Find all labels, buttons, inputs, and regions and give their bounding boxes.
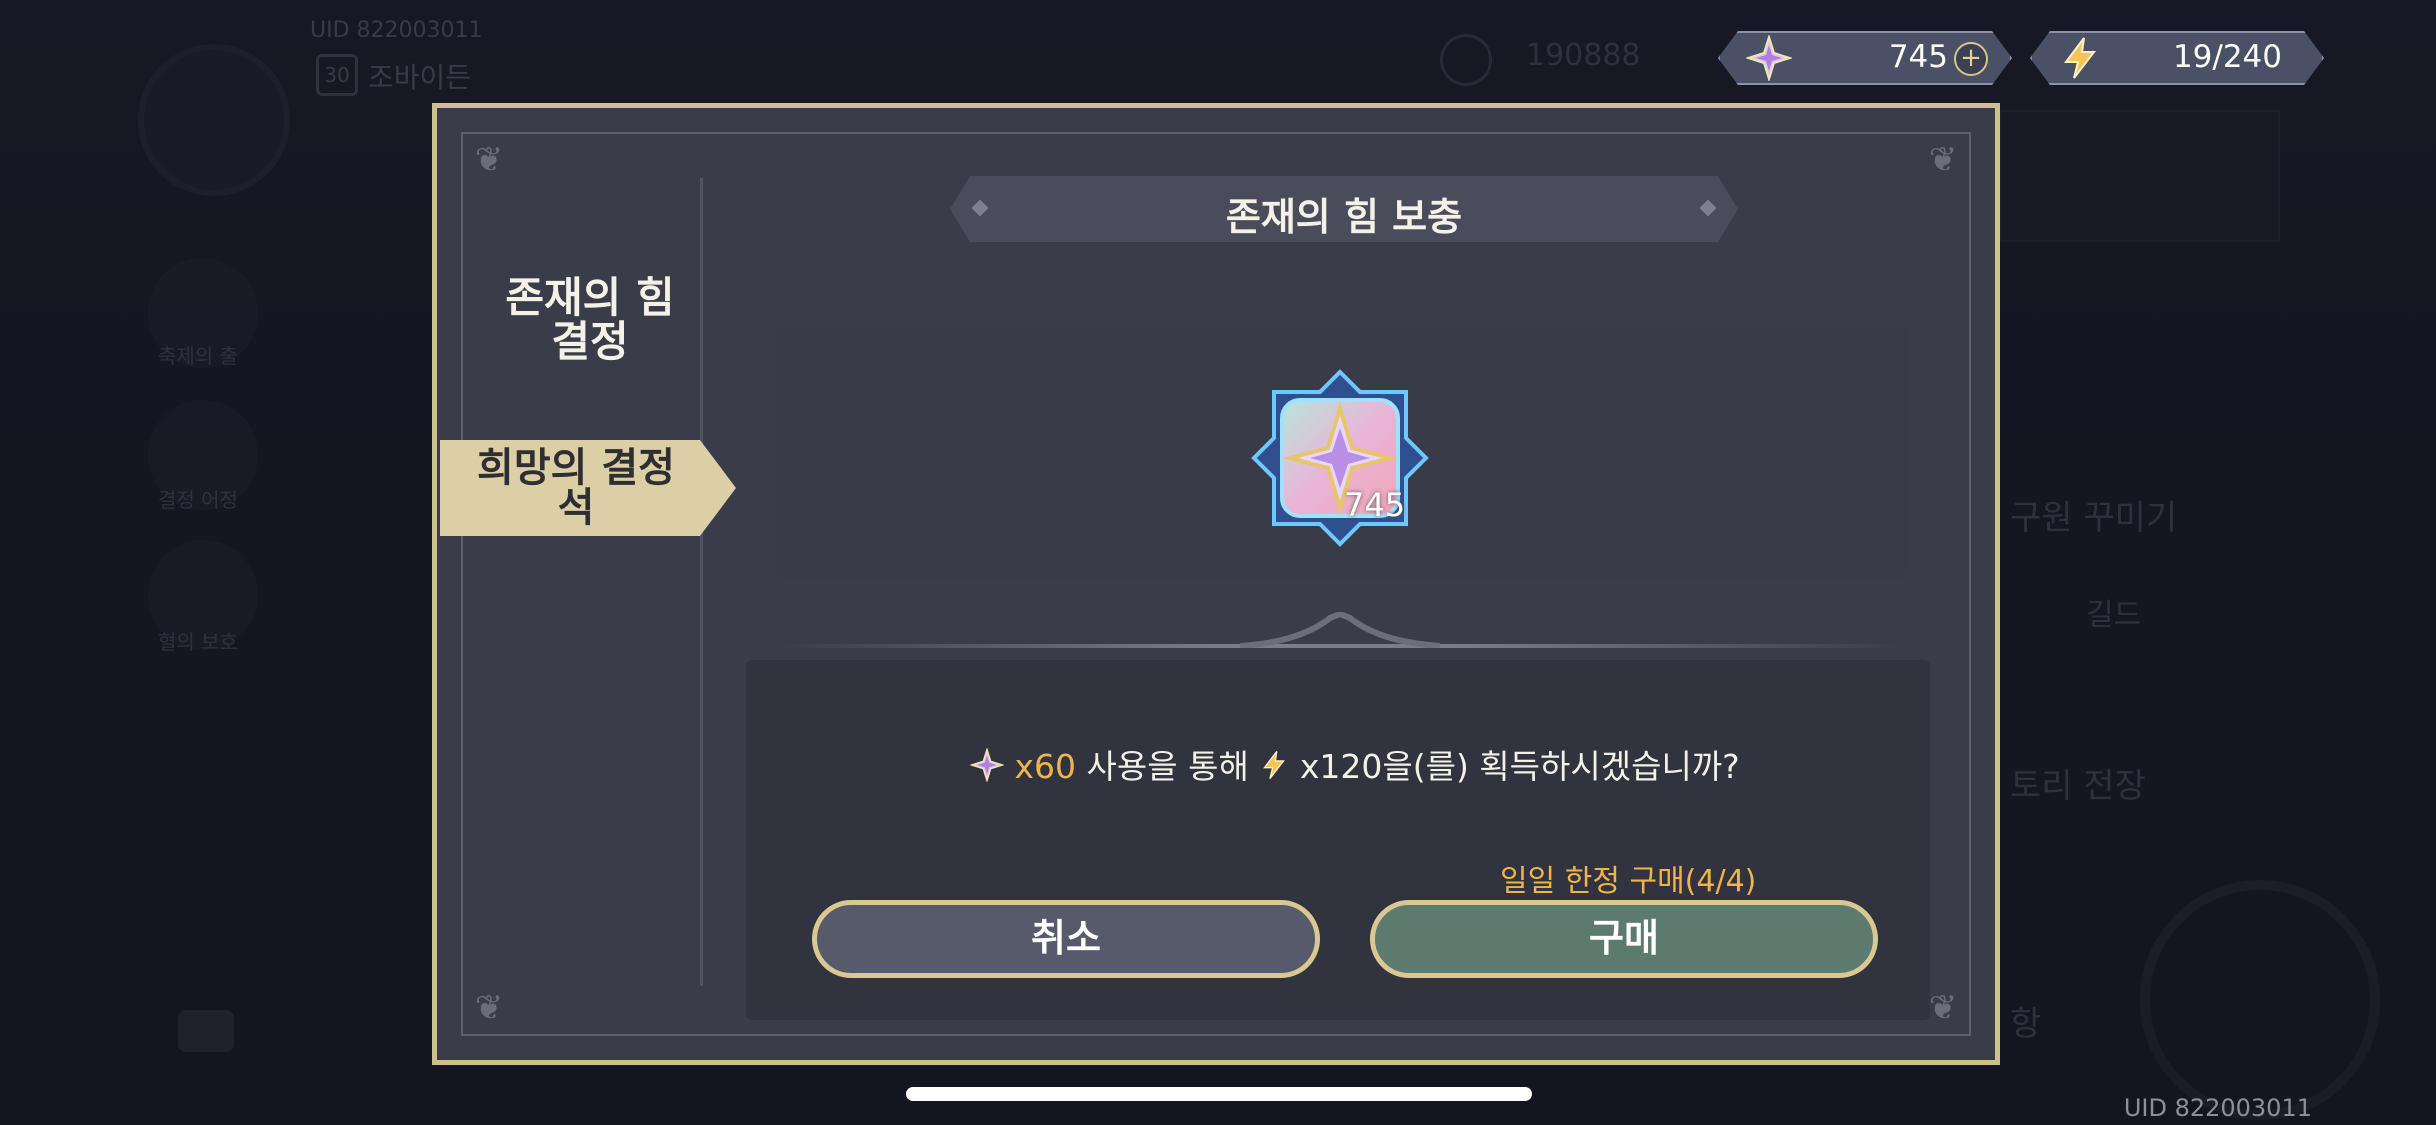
stamina-reward: x120을(를) 획득하시겠습니까? [1299,747,1740,786]
home-indicator[interactable] [906,1087,1532,1101]
separator-arch-ornament [1240,612,1440,648]
buy-button[interactable]: 구매 [1370,900,1878,978]
corner-ornament-icon: ❦ [474,988,504,1028]
crystal-icon [1746,35,1792,81]
lightning-icon [2058,36,2102,80]
stamina-currency-bar: 19/240 [2030,31,2324,85]
modal-title: 존재의 힘 보충 [1225,195,1463,239]
stamina-value: 19/240 [2172,39,2282,75]
corner-ornament-icon: ❦ [474,140,504,180]
question-middle-text: 사용을 통해 [1086,747,1249,786]
daily-limit-text: 일일 한정 구매(4/4) [1500,864,1757,899]
tab-label-line: 석 [557,485,595,531]
crystal-value: 745 [1888,39,1948,75]
uid-footer: UID 822003011 [2123,1094,2312,1122]
tab-power-crystal[interactable]: 존재의 힘 결정 [470,276,710,364]
add-crystal-button[interactable]: + [1954,42,1988,76]
crystal-cost: x60 [1014,747,1077,786]
tab-label-line: 결정 [551,317,629,366]
tab-label-line: 존재의 힘 [505,273,675,322]
corner-ornament-icon: ❦ [1928,140,1958,180]
tab-hope-crystal[interactable]: 희망의 결정 석 [440,440,736,536]
lightning-icon [1263,750,1286,780]
crystal-currency-bar: 745 + [1718,31,2012,85]
item-count: 745 [1344,486,1406,524]
purchase-question: x60 사용을 통해 x120을(를) 획득하시겠습니까? [970,740,1740,788]
modal-title-bar: 존재의 힘 보충 [950,176,1738,242]
cancel-button[interactable]: 취소 [812,900,1320,978]
tab-label-line: 희망의 결정 [477,445,675,491]
crystal-icon [970,748,1004,782]
